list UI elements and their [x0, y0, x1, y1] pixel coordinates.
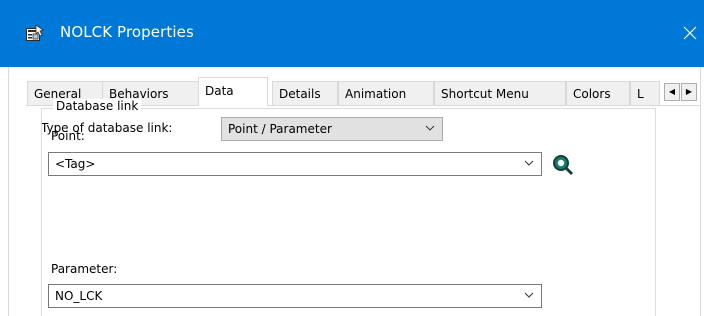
tab-label: Details	[279, 87, 321, 101]
parameter-value: NO_LCK	[55, 289, 103, 303]
tab-label: L	[637, 87, 644, 101]
dialog-border-right	[700, 67, 701, 316]
dialog-border-left	[8, 67, 9, 316]
tab-colors[interactable]: Colors	[566, 81, 630, 105]
magnifier-icon	[553, 155, 574, 176]
tab-details[interactable]: Details	[272, 81, 338, 105]
window-title: NOLCK Properties	[60, 23, 194, 41]
tab-label: Animation	[345, 87, 407, 101]
tab-shortcut-menu[interactable]: Shortcut Menu	[434, 81, 566, 105]
title-bar: NOLCK Properties	[0, 0, 704, 67]
tab-animation[interactable]: Animation	[338, 81, 434, 105]
parameter-label: Parameter:	[51, 262, 118, 276]
right-arrow-icon: ▶	[685, 87, 693, 96]
tab-label: Shortcut Menu	[441, 87, 529, 101]
parameter-select[interactable]: NO_LCK	[48, 284, 542, 308]
tab-data[interactable]: Data	[198, 77, 268, 106]
point-browse-button[interactable]	[549, 152, 575, 176]
chevron-down-icon	[524, 160, 534, 166]
close-icon	[683, 26, 697, 40]
point-select[interactable]: <Tag>	[48, 152, 542, 176]
tab-label: Colors	[573, 87, 611, 101]
chevron-down-icon	[524, 292, 534, 298]
point-label: Point:	[51, 129, 85, 143]
point-value: <Tag>	[55, 157, 96, 171]
tab-label: Data	[205, 84, 234, 98]
database-link-legend: Database link	[53, 99, 142, 113]
tab-overflow[interactable]: L	[630, 81, 660, 105]
tab-scroll-right-button[interactable]: ▶	[681, 83, 697, 101]
tab-scroll-left-button[interactable]: ◀	[664, 83, 680, 101]
close-button[interactable]	[676, 18, 704, 48]
properties-icon	[26, 25, 44, 41]
left-arrow-icon: ◀	[668, 87, 676, 96]
